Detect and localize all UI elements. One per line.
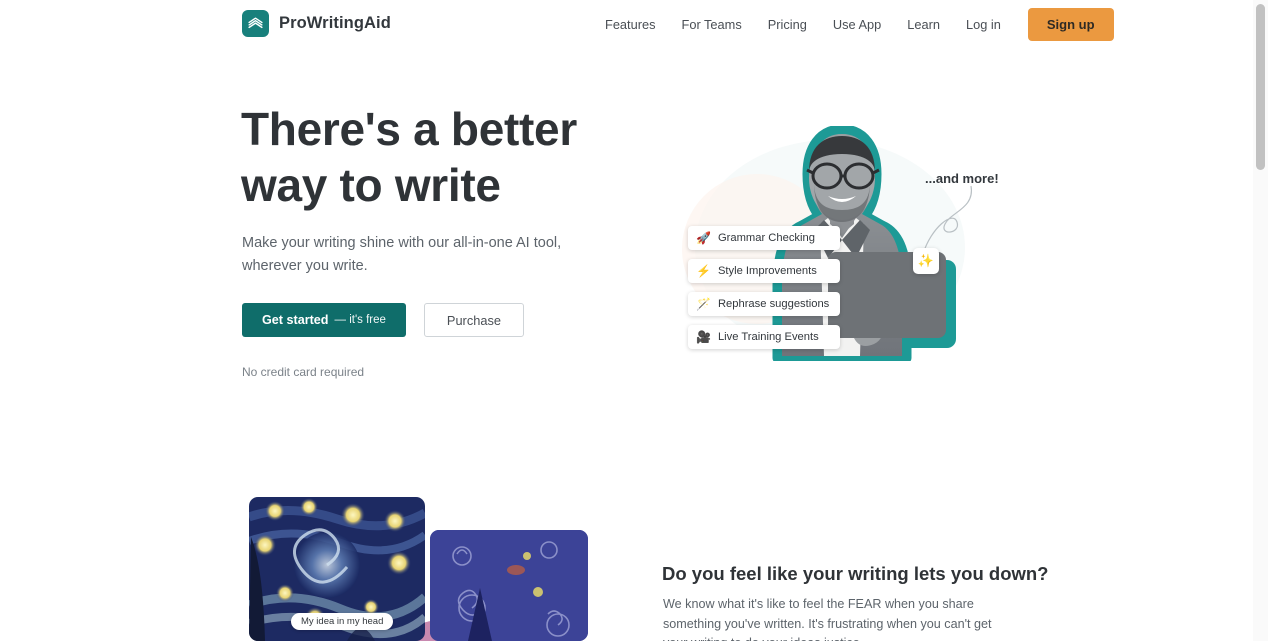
get-started-label: Get started	[262, 313, 329, 327]
main-nav: Features For Teams Pricing Use App Learn…	[605, 0, 1114, 48]
stacked-pages-check-icon	[242, 10, 269, 37]
feature-chip-style-improvements[interactable]: ⚡ Style Improvements	[688, 259, 841, 283]
feature-chip-grammar-checking[interactable]: 🚀 Grammar Checking	[688, 226, 841, 250]
purchase-button[interactable]: Purchase	[423, 303, 524, 337]
page-title: There's a better way to write	[241, 101, 661, 213]
rocket-icon: 🚀	[696, 231, 711, 245]
section-title: Do you feel like your writing lets you d…	[662, 563, 1049, 584]
nav-item-learn[interactable]: Learn	[894, 17, 953, 32]
sparkles-glyph: ✨	[917, 253, 935, 268]
sparkles-icon: ✨	[913, 248, 939, 274]
nav-item-use-app[interactable]: Use App	[820, 17, 894, 32]
brand-name: ProWritingAid	[279, 14, 391, 32]
hero-cta-group: Get started — it's free Purchase	[242, 303, 524, 337]
page-scrollbar[interactable]	[1253, 0, 1268, 641]
feature-chip-label: Grammar Checking	[717, 232, 815, 244]
sign-up-button[interactable]: Sign up	[1027, 7, 1114, 41]
site-header: ProWritingAid Features For Teams Pricing…	[0, 0, 1253, 48]
brand-logo[interactable]: ProWritingAid	[242, 10, 391, 37]
hero-title-line-1: There's a better	[241, 103, 577, 155]
simplified-artwork-panel	[430, 530, 588, 641]
feature-chip-list: 🚀 Grammar Checking ⚡ Style Improvements …	[688, 226, 841, 349]
hero-title-line-2: way to write	[241, 159, 501, 211]
hero-illustration: ...and more! ✨ 🚀 Grammar Checking ⚡ Styl…	[660, 108, 1010, 380]
lightning-icon: ⚡	[696, 264, 711, 278]
get-started-subtext: — it's free	[334, 314, 386, 326]
video-camera-icon: 🎥	[696, 330, 711, 344]
nav-item-log-in[interactable]: Log in	[953, 17, 1014, 32]
feature-chip-label: Rephrase suggestions	[717, 298, 830, 310]
feature-chip-label: Live Training Events	[717, 331, 819, 343]
artwork-caption: My idea in my head	[291, 613, 394, 630]
feature-chip-label: Style Improvements	[717, 265, 817, 277]
get-started-button[interactable]: Get started — it's free	[242, 303, 406, 337]
no-credit-card-note: No credit card required	[242, 365, 365, 379]
section-body: We know what it's like to feel the FEAR …	[663, 597, 992, 641]
and-more-label: ...and more!	[925, 171, 999, 186]
magic-wand-icon: 🪄	[696, 297, 711, 311]
nav-item-for-teams[interactable]: For Teams	[669, 17, 755, 32]
page-root: ProWritingAid Features For Teams Pricing…	[0, 0, 1268, 641]
feature-chip-live-training-events[interactable]: 🎥 Live Training Events	[688, 325, 841, 349]
nav-item-pricing[interactable]: Pricing	[755, 17, 820, 32]
hero-subtitle: Make your writing shine with our all-in-…	[242, 235, 562, 274]
feature-chip-rephrase-suggestions[interactable]: 🪄 Rephrase suggestions	[688, 292, 841, 316]
scrollbar-thumb[interactable]	[1256, 4, 1265, 170]
nav-item-features[interactable]: Features	[605, 17, 669, 32]
